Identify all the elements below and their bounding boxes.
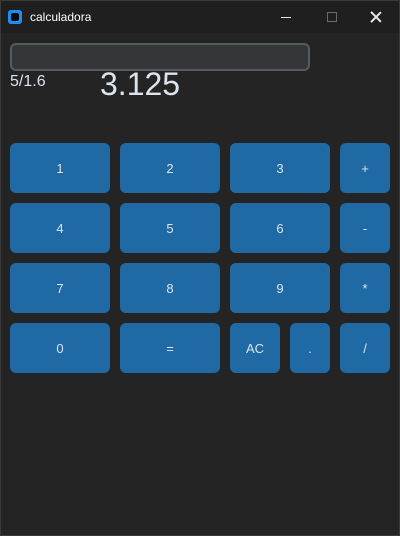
equals-button[interactable]: = <box>120 323 220 373</box>
maximize-button[interactable] <box>309 1 355 33</box>
minimize-icon <box>281 16 291 18</box>
digit-9-button[interactable]: 9 <box>230 263 330 313</box>
digit-7-button[interactable]: 7 <box>10 263 110 313</box>
expression-label: 5/1.6 <box>10 73 46 90</box>
multiply-button[interactable]: * <box>340 263 390 313</box>
digit-1-button[interactable]: 1 <box>10 143 110 193</box>
close-icon <box>370 11 382 23</box>
digit-8-button[interactable]: 8 <box>120 263 220 313</box>
clear-button[interactable]: AC <box>230 323 280 373</box>
calculator-window: calculadora 5/1.6 3.125 1 2 3 + 4 5 6 - … <box>0 0 400 536</box>
minimize-button[interactable] <box>263 1 309 33</box>
app-icon <box>8 10 22 24</box>
add-button[interactable]: + <box>340 143 390 193</box>
digit-0-button[interactable]: 0 <box>10 323 110 373</box>
result-display: 3.125 <box>100 66 181 102</box>
subtract-button[interactable]: - <box>340 203 390 253</box>
divide-button[interactable]: / <box>340 323 390 373</box>
digit-3-button[interactable]: 3 <box>230 143 330 193</box>
window-title: calculadora <box>30 10 92 24</box>
digit-6-button[interactable]: 6 <box>230 203 330 253</box>
close-button[interactable] <box>353 1 399 33</box>
digit-2-button[interactable]: 2 <box>120 143 220 193</box>
digit-5-button[interactable]: 5 <box>120 203 220 253</box>
maximize-icon <box>327 12 337 22</box>
digit-4-button[interactable]: 4 <box>10 203 110 253</box>
title-bar[interactable]: calculadora <box>1 1 399 33</box>
decimal-button[interactable]: . <box>290 323 330 373</box>
